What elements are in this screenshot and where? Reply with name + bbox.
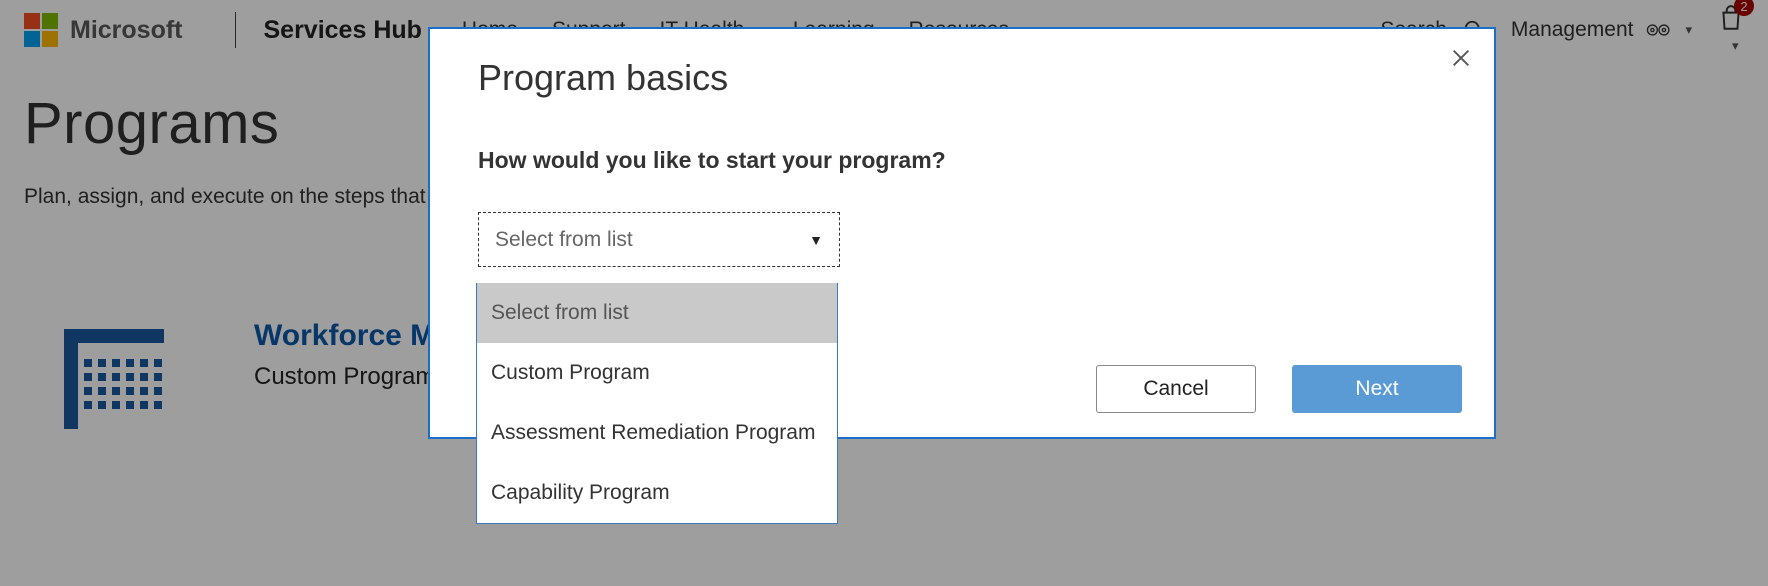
dialog-question: How would you like to start your program… — [478, 147, 1446, 174]
next-button[interactable]: Next — [1292, 365, 1462, 413]
caret-down-icon: ▼ — [809, 232, 823, 248]
option-custom-program[interactable]: Custom Program — [477, 343, 837, 403]
option-label: Select from list — [491, 301, 629, 324]
next-label: Next — [1355, 377, 1398, 401]
cancel-label: Cancel — [1143, 377, 1208, 401]
option-assessment-remediation[interactable]: Assessment Remediation Program — [477, 403, 837, 463]
option-placeholder[interactable]: Select from list — [477, 283, 837, 343]
dialog-footer: Cancel Next — [1096, 365, 1462, 413]
select-value: Select from list — [495, 228, 633, 252]
program-start-options: Select from list Custom Program Assessme… — [476, 283, 838, 524]
dialog-title: Program basics — [478, 57, 1446, 99]
option-label: Assessment Remediation Program — [491, 421, 815, 444]
cancel-button[interactable]: Cancel — [1096, 365, 1256, 413]
program-start-select[interactable]: Select from list ▼ — [478, 212, 840, 267]
close-icon — [1450, 56, 1472, 73]
close-button[interactable] — [1450, 47, 1472, 74]
option-label: Custom Program — [491, 361, 650, 384]
option-capability-program[interactable]: Capability Program — [477, 463, 837, 523]
option-label: Capability Program — [491, 481, 670, 504]
